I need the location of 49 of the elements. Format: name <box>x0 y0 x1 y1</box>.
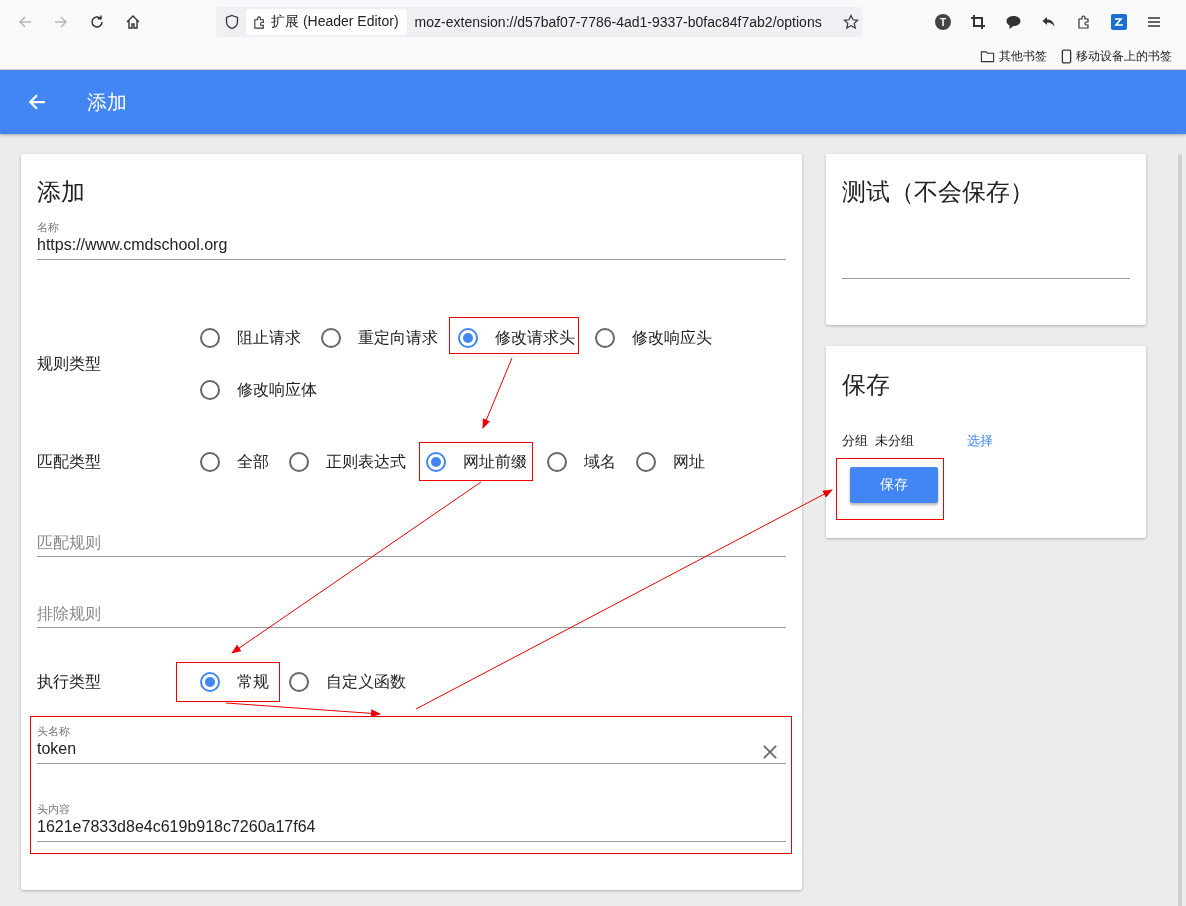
bookmark-folder[interactable]: 移动设备上的书签 <box>1061 47 1172 65</box>
clear-icon[interactable] <box>763 745 777 759</box>
puzzle-icon[interactable] <box>1076 14 1092 30</box>
radio-option[interactable]: 网址 <box>636 450 705 474</box>
shield-icon[interactable] <box>224 14 240 30</box>
menu-icon[interactable] <box>1146 14 1162 30</box>
radio-option[interactable]: 修改响应头 <box>595 326 712 350</box>
header-value-field[interactable]: 头内容 1621e7833d8e4c619b918c7260a17f64 <box>37 802 786 842</box>
radio-option[interactable]: 网址前缀 <box>426 450 527 474</box>
chat-bubble-icon[interactable] <box>1005 14 1022 30</box>
radio-option[interactable]: 修改请求头 <box>458 326 575 350</box>
phone-icon <box>1061 48 1072 64</box>
group-label: 分组 <box>842 432 868 450</box>
home-icon[interactable] <box>125 14 141 30</box>
name-field[interactable]: 名称 https://www.cmdschool.org <box>37 220 786 260</box>
account-avatar[interactable]: T <box>935 14 951 30</box>
url-text: moz-extension://d57baf07-7786-4ad1-9337-b0fac84f7ab2/options <box>414 14 823 30</box>
radio-option[interactable]: 全部 <box>200 450 269 474</box>
reload-icon[interactable] <box>89 14 105 30</box>
field-label: 规则类型 <box>37 353 102 374</box>
card-title: 测试（不会保存） <box>842 177 1035 207</box>
match-rule-field[interactable]: 匹配规则 <box>37 534 786 557</box>
radio-option[interactable]: 修改响应体 <box>200 378 317 402</box>
back-arrow-icon[interactable] <box>28 93 46 111</box>
crop-icon[interactable] <box>970 14 986 30</box>
radio-option[interactable]: 常规 <box>200 670 269 694</box>
card-title: 保存 <box>842 370 891 400</box>
radio-option[interactable]: 域名 <box>547 450 616 474</box>
puzzle-icon <box>252 14 267 30</box>
radio-option[interactable]: 重定向请求 <box>321 326 438 350</box>
radio-option[interactable]: 阻止请求 <box>200 326 301 350</box>
annotation-arrow <box>482 357 513 429</box>
field-label: 执行类型 <box>37 671 102 692</box>
page-title: 添加 <box>87 89 127 115</box>
field-label: 匹配类型 <box>37 451 102 472</box>
select-link[interactable]: 选择 <box>967 432 993 450</box>
identity-label[interactable]: 扩展 (Header Editor) <box>246 9 407 35</box>
address-bar[interactable]: 扩展 (Header Editor) moz-extension://d57baf07-7786-4ad1-9337-b0fac84f7ab2/options <box>216 7 862 37</box>
radio-option[interactable]: 正则表达式 <box>289 450 406 474</box>
star-icon[interactable] <box>842 14 859 30</box>
extension-icon[interactable] <box>1111 14 1127 30</box>
group-value: 未分组 <box>875 432 915 450</box>
card-title: 添加 <box>37 177 86 207</box>
exclude-rule-field[interactable]: 排除规则 <box>37 605 786 628</box>
save-button[interactable]: 保存 <box>850 467 938 503</box>
radio-option[interactable]: 自定义函数 <box>289 670 406 694</box>
header-name-field[interactable]: 头名称 token <box>37 724 786 764</box>
folder-icon <box>980 48 995 64</box>
bookmark-folder[interactable]: 其他书签 <box>980 47 1047 65</box>
